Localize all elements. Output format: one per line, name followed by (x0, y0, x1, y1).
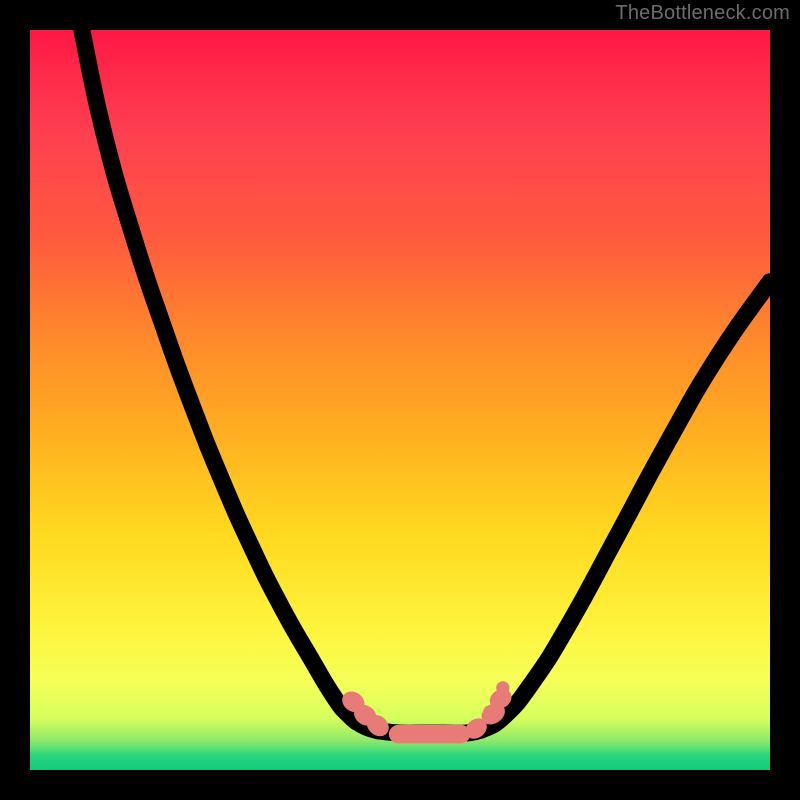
chart-frame: TheBottleneck.com (0, 0, 800, 800)
left-curve (82, 30, 378, 731)
right-curve (481, 282, 770, 730)
marker-dot (484, 706, 494, 716)
plot-area (30, 30, 770, 770)
watermark-text: TheBottleneck.com (615, 2, 790, 25)
chart-svg (30, 30, 770, 770)
marker-dot (496, 681, 509, 694)
marker-flat (389, 725, 470, 744)
